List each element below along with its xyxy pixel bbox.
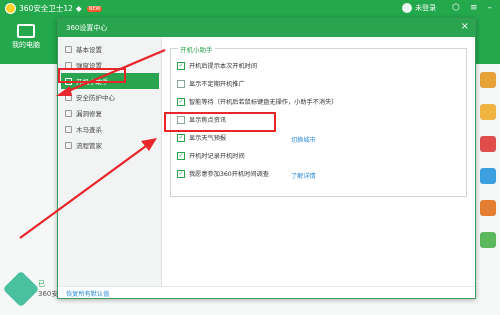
feature-icon[interactable] (480, 136, 496, 152)
nav-item-label: 流程管家 (76, 142, 102, 150)
learn-more-link[interactable]: 了解详情 (291, 171, 316, 180)
nav-item-security-center[interactable]: 安全防护中心 (61, 89, 159, 105)
option-join-survey[interactable]: ✓ 我愿意参加360开机时间调查 (177, 169, 269, 178)
option-show-weather[interactable]: ✓ 显示天气预报 (177, 133, 226, 142)
feature-icon[interactable] (480, 104, 496, 120)
process-icon (65, 141, 72, 149)
option-label: 我愿意参加360开机时间调查 (189, 171, 269, 178)
avatar[interactable] (402, 3, 413, 13)
option-label: 显示天气预报 (189, 135, 227, 142)
option-label: 开机后提示本次开机时间 (189, 63, 258, 70)
feature-icon[interactable] (480, 200, 496, 216)
nav-item-vuln-fix[interactable]: 漏洞修复 (61, 105, 159, 121)
option-label: 开机时记录开机时间 (189, 153, 245, 160)
option-smart-wait[interactable]: ✓ 智能等待（开机后若鼠标键盘无操作，小助手不消失） (177, 97, 338, 106)
checkbox[interactable]: ✓ (177, 61, 185, 70)
skin-icon[interactable]: ⬡ (452, 3, 460, 13)
switch-city-link[interactable]: 切换城市 (291, 135, 316, 144)
dialog-title: 360设置中心 (66, 24, 108, 32)
highlight-box-nav (58, 68, 126, 83)
window-controls: 未登录 ⬡ ≡ – (402, 3, 492, 13)
nav-item-trojan-scan[interactable]: 木马查杀 (61, 121, 159, 137)
nav-item-label: 漏洞修复 (76, 110, 102, 118)
option-label: 显示不定期开机推广 (189, 81, 245, 88)
option-record-boot-time[interactable]: ✓ 开机时记录开机时间 (177, 151, 245, 160)
tab-my-pc-label: 我的电脑 (12, 41, 40, 49)
feature-icon[interactable] (480, 168, 496, 184)
checkbox[interactable]: ✓ (177, 133, 185, 142)
dialog-footer: 恢复所有默认值 (58, 286, 475, 299)
monitor-icon (17, 24, 35, 38)
app-title-text: 360安全卫士12 (19, 4, 73, 13)
right-feature-strip (476, 64, 500, 315)
nav-item-label: 木马查杀 (76, 126, 102, 134)
security-brain-icon (2, 270, 40, 308)
option-label: 智能等待（开机后若鼠标键盘无操作，小助手不消失） (189, 99, 338, 106)
nav-item-process-manager[interactable]: 流程管家 (61, 137, 159, 153)
settings-dialog: 360设置中心 × 基本设置 弹窗设置 开机小助手 安全防护中心 漏洞修复 木马… (57, 18, 476, 299)
checkbox[interactable]: ✓ (177, 97, 185, 106)
nav-item-basic[interactable]: 基本设置 (61, 41, 159, 57)
feature-icon[interactable] (480, 232, 496, 248)
close-icon[interactable]: × (461, 21, 469, 32)
dialog-titlebar: 360设置中心 × (58, 19, 475, 37)
group-title: 开机小助手 (178, 44, 215, 54)
app-title: 360安全卫士12 ◆ NEW (5, 3, 103, 14)
minimize-icon[interactable]: – (488, 3, 493, 13)
highlight-box-weather (164, 112, 276, 132)
horse-icon (65, 125, 72, 133)
checkbox[interactable]: ✓ (177, 169, 185, 178)
option-show-boot-time[interactable]: ✓ 开机后提示本次开机时间 (177, 61, 257, 70)
feature-icon[interactable] (480, 72, 496, 88)
option-show-promotions[interactable]: 显示不定期开机推广 (177, 79, 245, 88)
shield-icon (65, 93, 72, 101)
checkbox[interactable]: ✓ (177, 151, 185, 160)
user-area[interactable]: 未登录 (402, 3, 436, 13)
nav-item-label: 基本设置 (76, 46, 102, 54)
new-badge: NEW (86, 5, 103, 12)
login-status[interactable]: 未登录 (415, 3, 436, 13)
app-logo-icon (5, 3, 16, 14)
menu-icon[interactable]: ≡ (470, 3, 478, 13)
nav-item-label: 安全防护中心 (76, 94, 115, 102)
checkbox[interactable] (177, 79, 185, 88)
restore-defaults-link[interactable]: 恢复所有默认值 (66, 289, 109, 298)
shield-icon: ◆ (75, 4, 82, 13)
gear-icon (65, 45, 72, 53)
patch-icon (65, 109, 72, 117)
tab-my-pc[interactable]: 我的电脑 (0, 20, 52, 64)
settings-content: 开机小助手 ✓ 开机后提示本次开机时间 显示不定期开机推广 ✓ 智能等待（开机后… (167, 37, 475, 286)
